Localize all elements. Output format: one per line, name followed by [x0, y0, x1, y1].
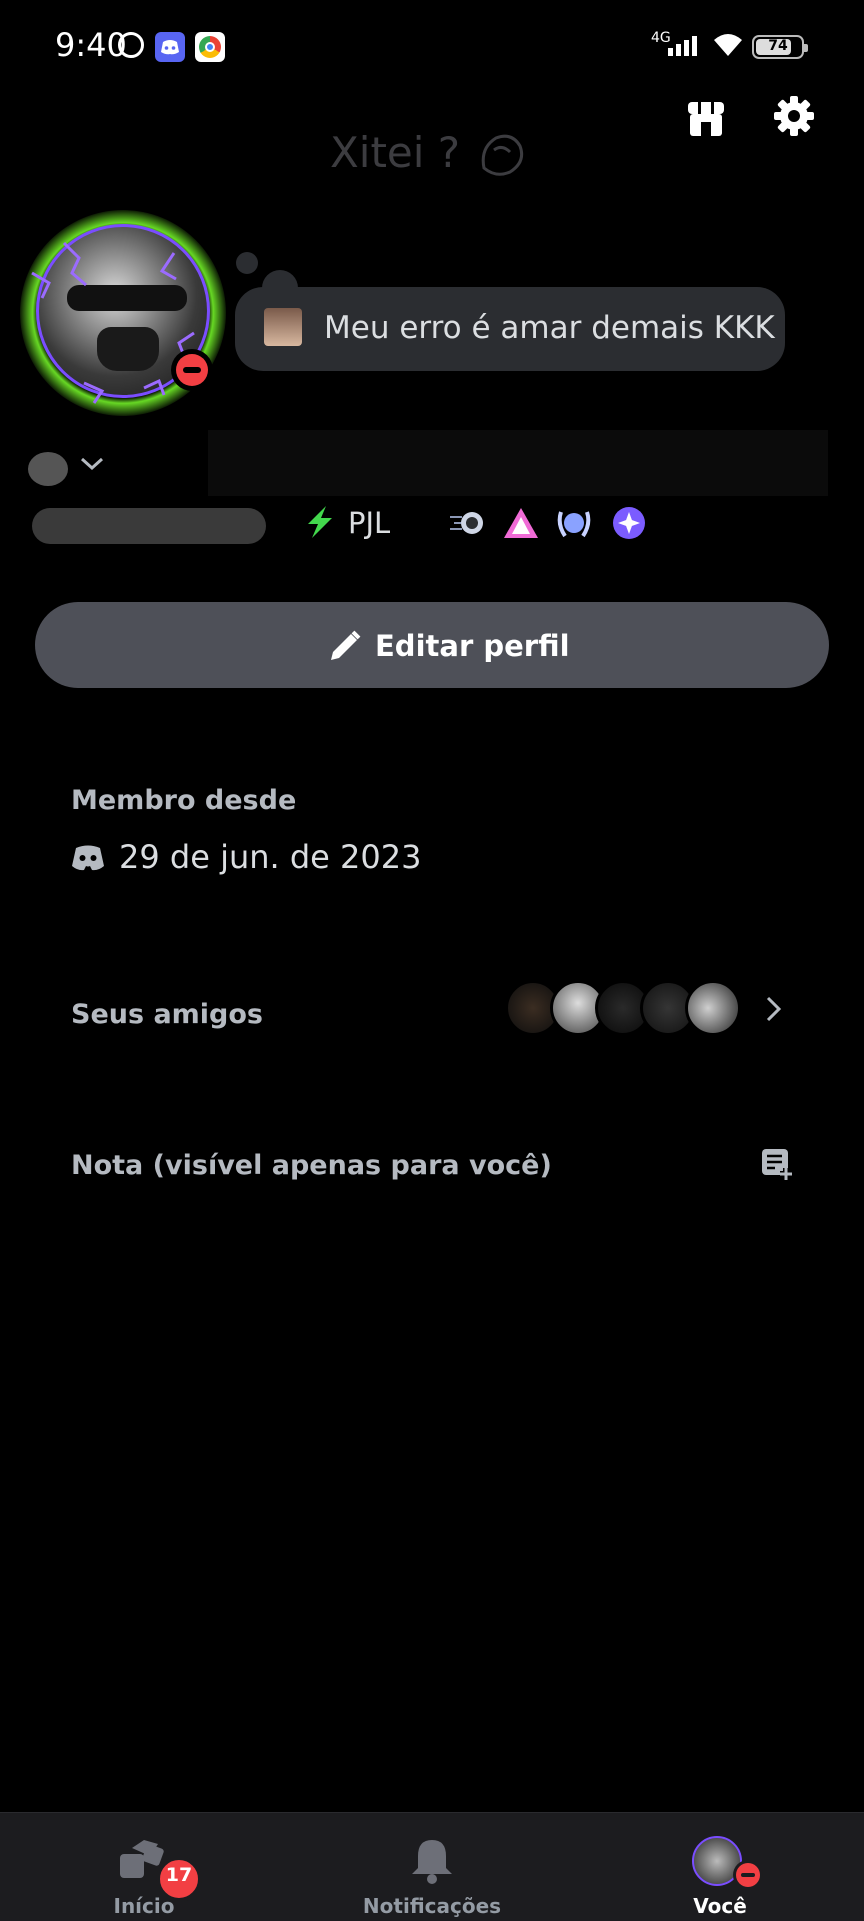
thought-dot [236, 252, 258, 274]
page-title: Xitei ? [330, 128, 461, 177]
discord-icon [70, 844, 106, 872]
chevron-down-icon[interactable] [80, 456, 104, 476]
member-since-date: 29 de jun. de 2023 [119, 838, 422, 876]
nav-you-label[interactable]: Você [680, 1894, 760, 1918]
triangle-badge-icon[interactable] [502, 504, 540, 542]
shop-icon[interactable] [684, 96, 728, 140]
lightning-icon [302, 504, 338, 540]
edit-profile-label: Editar perfil [375, 629, 570, 663]
chrome-icon [195, 32, 225, 62]
friend-avatar [685, 980, 741, 1036]
nav-home-label[interactable]: Início [96, 1894, 192, 1918]
note-label[interactable]: Nota (visível apenas para você) [71, 1150, 552, 1181]
battery-level: 74 [768, 38, 788, 54]
battery-icon: 74 [752, 35, 808, 59]
status-emoji [264, 308, 302, 346]
chevron-right-icon[interactable] [763, 994, 785, 1028]
bell-icon[interactable] [410, 1836, 454, 1884]
alarm-icon [118, 32, 144, 58]
wifi-icon [712, 32, 744, 62]
member-since-label: Membro desde [71, 785, 297, 816]
display-name-hidden [28, 452, 68, 486]
add-note-icon[interactable] [760, 1146, 794, 1180]
username-hidden [32, 508, 266, 544]
profile-effect-banner [208, 430, 828, 496]
dnd-status-icon [171, 349, 213, 391]
pencil-icon [327, 628, 363, 664]
signal-icon [668, 36, 700, 56]
server-tag[interactable]: PJL [348, 506, 390, 540]
gear-icon[interactable] [772, 94, 816, 138]
custom-status-text: Meu erro é amar demais KKK [324, 310, 775, 346]
speed-badge-icon[interactable] [448, 504, 486, 542]
discord-icon [155, 32, 185, 62]
nitro-badge-icon[interactable] [610, 504, 648, 542]
friends-label: Seus amigos [71, 999, 264, 1030]
nav-notifications-label[interactable]: Notificações [355, 1894, 509, 1918]
unread-count: 17 [165, 1864, 193, 1886]
laurel-badge-icon[interactable] [555, 504, 593, 542]
dnd-status-icon [733, 1860, 763, 1890]
status-time: 9:40 [55, 26, 127, 64]
sticker-icon [476, 128, 528, 180]
